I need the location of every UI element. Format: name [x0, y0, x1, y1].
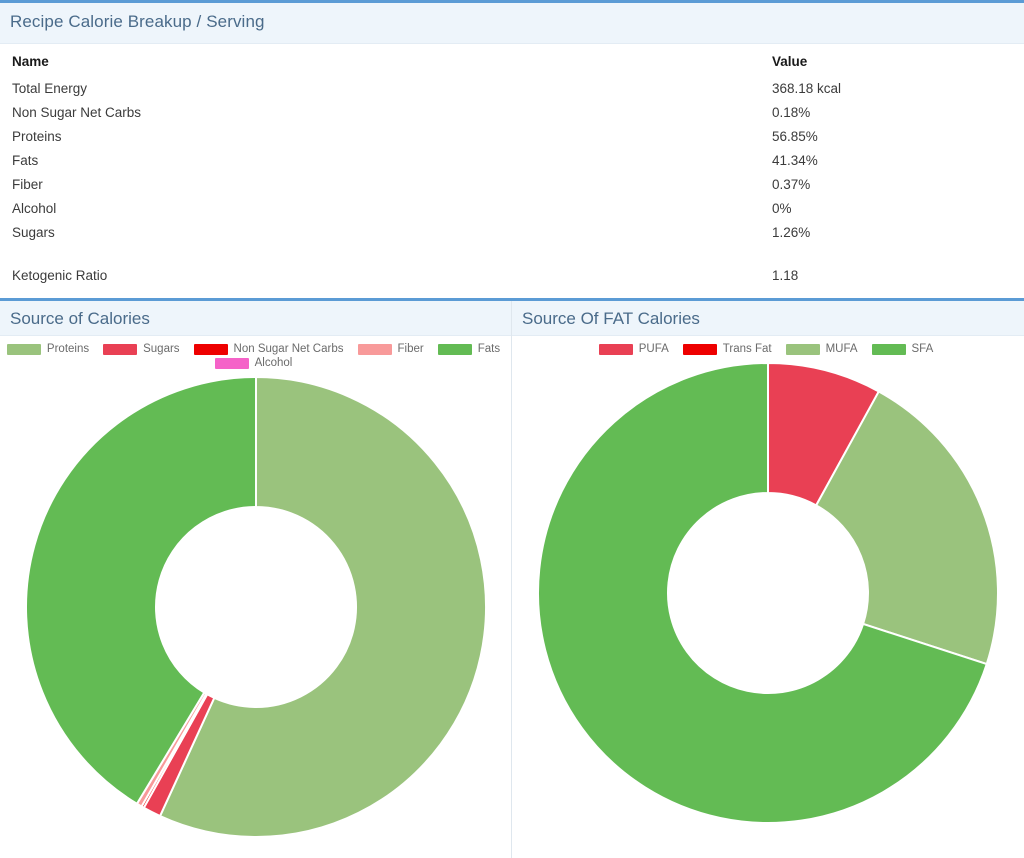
legend-swatch-icon [6, 343, 41, 355]
table-spacer-row [12, 244, 1012, 266]
legend-item-mufa[interactable]: MUFA [785, 343, 858, 355]
legend-item-sugars[interactable]: Sugars [103, 343, 180, 355]
table-row: Alcohol 0% [12, 196, 1012, 220]
legend-item-pufa[interactable]: PUFA [598, 343, 669, 355]
source-of-fat-calories-donut-chart [537, 361, 999, 824]
cell-nutrient-name: Alcohol [12, 200, 57, 216]
table-header-row: Name Value [12, 54, 1012, 76]
cell-nutrient-name: Fiber [12, 176, 43, 192]
cell-nutrient-value: 368.18 kcal [772, 80, 842, 96]
legend-label: Alcohol [254, 357, 293, 369]
page-title: Recipe Calorie Breakup / Serving [10, 12, 265, 31]
legend-label: MUFA [825, 343, 858, 355]
spacer-cell [12, 244, 772, 266]
table-row: Fats 41.34% [12, 148, 1012, 172]
source-of-fat-calories-header: Source Of FAT Calories [512, 301, 1024, 336]
cell-nutrient-value: 56.85% [772, 128, 818, 144]
source-of-fat-calories-panel: Source Of FAT Calories PUFA Trans Fat MUFA… [512, 301, 1024, 858]
legend-label: Fats [477, 343, 501, 355]
source-of-calories-title: Source of Calories [10, 309, 150, 328]
legend-label: Proteins [46, 343, 90, 355]
table-row-ketogenic-ratio: Ketogenic Ratio 1.18 [12, 266, 1012, 288]
legend-label: PUFA [638, 343, 669, 355]
cell-nutrient-name: Proteins [12, 128, 62, 144]
legend-item-alcohol[interactable]: Alcohol [214, 357, 293, 369]
source-of-calories-header: Source of Calories [0, 301, 511, 336]
legend-item-trans-fat[interactable]: Trans Fat [682, 343, 772, 355]
charts-row: Source of Calories Proteins Sugars Non Sug… [0, 298, 1024, 858]
table-row: Proteins 56.85% [12, 124, 1012, 148]
summary-table-wrapper: Name Value Total Energy 368.18 kcal Non Su… [0, 44, 1024, 288]
legend-label: Trans Fat [722, 343, 772, 355]
legend-swatch-icon [193, 343, 228, 355]
legend-item-proteins[interactable]: Proteins [6, 343, 90, 355]
calorie-breakup-table: Name Value Total Energy 368.18 kcal Non Su… [12, 54, 1012, 288]
legend-swatch-icon [357, 343, 392, 355]
legend-swatch-icon [785, 343, 820, 355]
cell-nutrient-value: 0.18% [772, 104, 811, 120]
cell-ketogenic-ratio-value: 1.18 [772, 268, 799, 283]
legend-swatch-icon [103, 343, 138, 355]
legend-label: Fiber [397, 343, 424, 355]
table-row: Sugars 1.26% [12, 220, 1012, 244]
column-header-name: Name [12, 54, 49, 69]
legend-label: SFA [911, 343, 934, 355]
cell-nutrient-value: 1.26% [772, 224, 811, 240]
recipe-calorie-breakup-panel: Recipe Calorie Breakup / Serving Name Va… [0, 0, 1024, 298]
legend-label: Non Sugar Net Carbs [233, 343, 344, 355]
source-of-calories-panel: Source of Calories Proteins Sugars Non Sug… [0, 301, 512, 858]
source-of-fat-calories-title: Source Of FAT Calories [522, 309, 700, 328]
legend-item-fats[interactable]: Fats [437, 343, 501, 355]
legend-item-non-sugar-net-carbs[interactable]: Non Sugar Net Carbs [193, 343, 344, 355]
cell-nutrient-value: 41.34% [772, 152, 818, 168]
legend-swatch-icon [871, 343, 906, 355]
legend-swatch-icon [437, 343, 472, 355]
source-of-fat-calories-donut-area [512, 358, 1024, 832]
legend-item-sfa[interactable]: SFA [871, 343, 934, 355]
table-row: Fiber 0.37% [12, 172, 1012, 196]
summary-panel-header: Recipe Calorie Breakup / Serving [0, 3, 1024, 44]
source-of-calories-legend: Proteins Sugars Non Sugar Net Carbs Fiber Fa… [0, 336, 511, 372]
table-row: Total Energy 368.18 kcal [12, 76, 1012, 100]
source-of-fat-calories-legend: PUFA Trans Fat MUFA SFA [512, 336, 1024, 358]
cell-nutrient-name: Total Energy [12, 80, 88, 96]
source-of-calories-donut-chart [24, 375, 487, 838]
legend-item-fiber[interactable]: Fiber [357, 343, 424, 355]
spacer-cell [772, 244, 1012, 266]
legend-swatch-icon [598, 343, 633, 355]
source-of-calories-donut-area [0, 372, 511, 846]
cell-nutrient-name: Sugars [12, 224, 55, 240]
table-row: Non Sugar Net Carbs 0.18% [12, 100, 1012, 124]
cell-nutrient-value: 0.37% [772, 176, 811, 192]
table-header: Name Value [12, 54, 1012, 76]
cell-nutrient-name: Non Sugar Net Carbs [12, 104, 142, 120]
legend-label: Sugars [143, 343, 180, 355]
cell-nutrient-name: Fats [12, 152, 39, 168]
legend-swatch-icon [214, 357, 249, 369]
cell-ketogenic-ratio-label: Ketogenic Ratio [12, 268, 108, 283]
legend-swatch-icon [682, 343, 717, 355]
cell-nutrient-value: 0% [772, 200, 792, 216]
table-body: Total Energy 368.18 kcal Non Sugar Net Car… [12, 76, 1012, 288]
column-header-value: Value [772, 54, 808, 69]
